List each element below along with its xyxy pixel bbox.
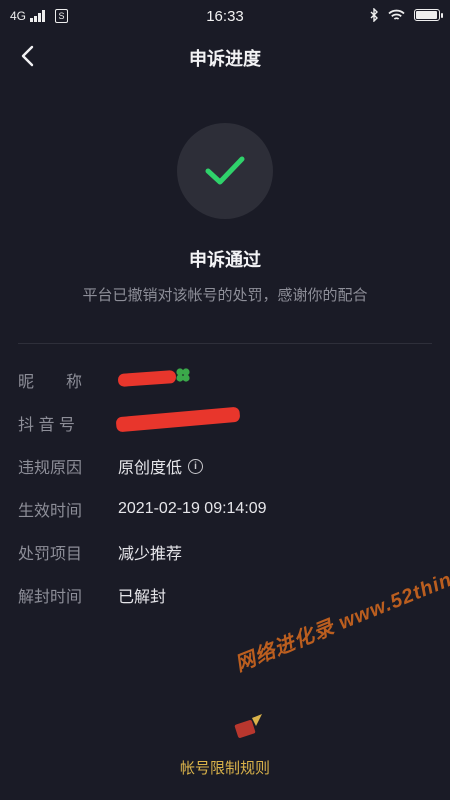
info-row-nickname: 昵 称	[18, 367, 432, 393]
page-title: 申诉进度	[189, 49, 261, 69]
effective-time-value: 2021-02-19 09:14:09	[118, 500, 267, 517]
check-icon	[205, 156, 245, 185]
divider	[18, 343, 432, 344]
reason-text: 原创度低	[118, 460, 183, 477]
clover-icon	[176, 368, 190, 382]
status-right	[370, 8, 443, 22]
douyin-id-label: 抖 音 号	[18, 417, 75, 434]
status-bar: 4G S 16:33	[0, 0, 450, 32]
effective-time-label: 生效时间	[18, 503, 83, 520]
account-restriction-rules-link[interactable]: 帐号限制规则	[0, 757, 450, 778]
back-button[interactable]	[12, 40, 44, 72]
wifi-icon	[388, 9, 405, 20]
info-row-reason: 违规原因 原创度低 i	[18, 453, 432, 479]
nav-bar: 申诉进度	[0, 32, 450, 80]
bluetooth-icon	[370, 8, 378, 22]
battery-icon	[414, 9, 443, 21]
unblock-time-value: 已解封	[118, 589, 167, 606]
info-row-effective-time: 生效时间 2021-02-19 09:14:09	[18, 496, 432, 522]
result-description: 平台已撤销对该帐号的处罚，感谢你的配合	[82, 287, 368, 304]
info-row-penalty: 处罚项目 减少推荐	[18, 539, 432, 565]
chevron-left-icon	[21, 45, 34, 67]
result-title: 申诉通过	[189, 250, 261, 270]
reason-value: 原创度低 i	[118, 454, 204, 478]
reason-label: 违规原因	[18, 460, 83, 477]
unblock-time-label: 解封时间	[18, 589, 83, 606]
success-badge	[177, 123, 273, 219]
penalty-label: 处罚项目	[18, 546, 83, 563]
info-icon[interactable]: i	[188, 458, 204, 474]
penalty-value: 减少推荐	[118, 546, 183, 563]
watermark-logo-icon	[234, 714, 262, 738]
nickname-label: 昵 称	[18, 374, 83, 391]
